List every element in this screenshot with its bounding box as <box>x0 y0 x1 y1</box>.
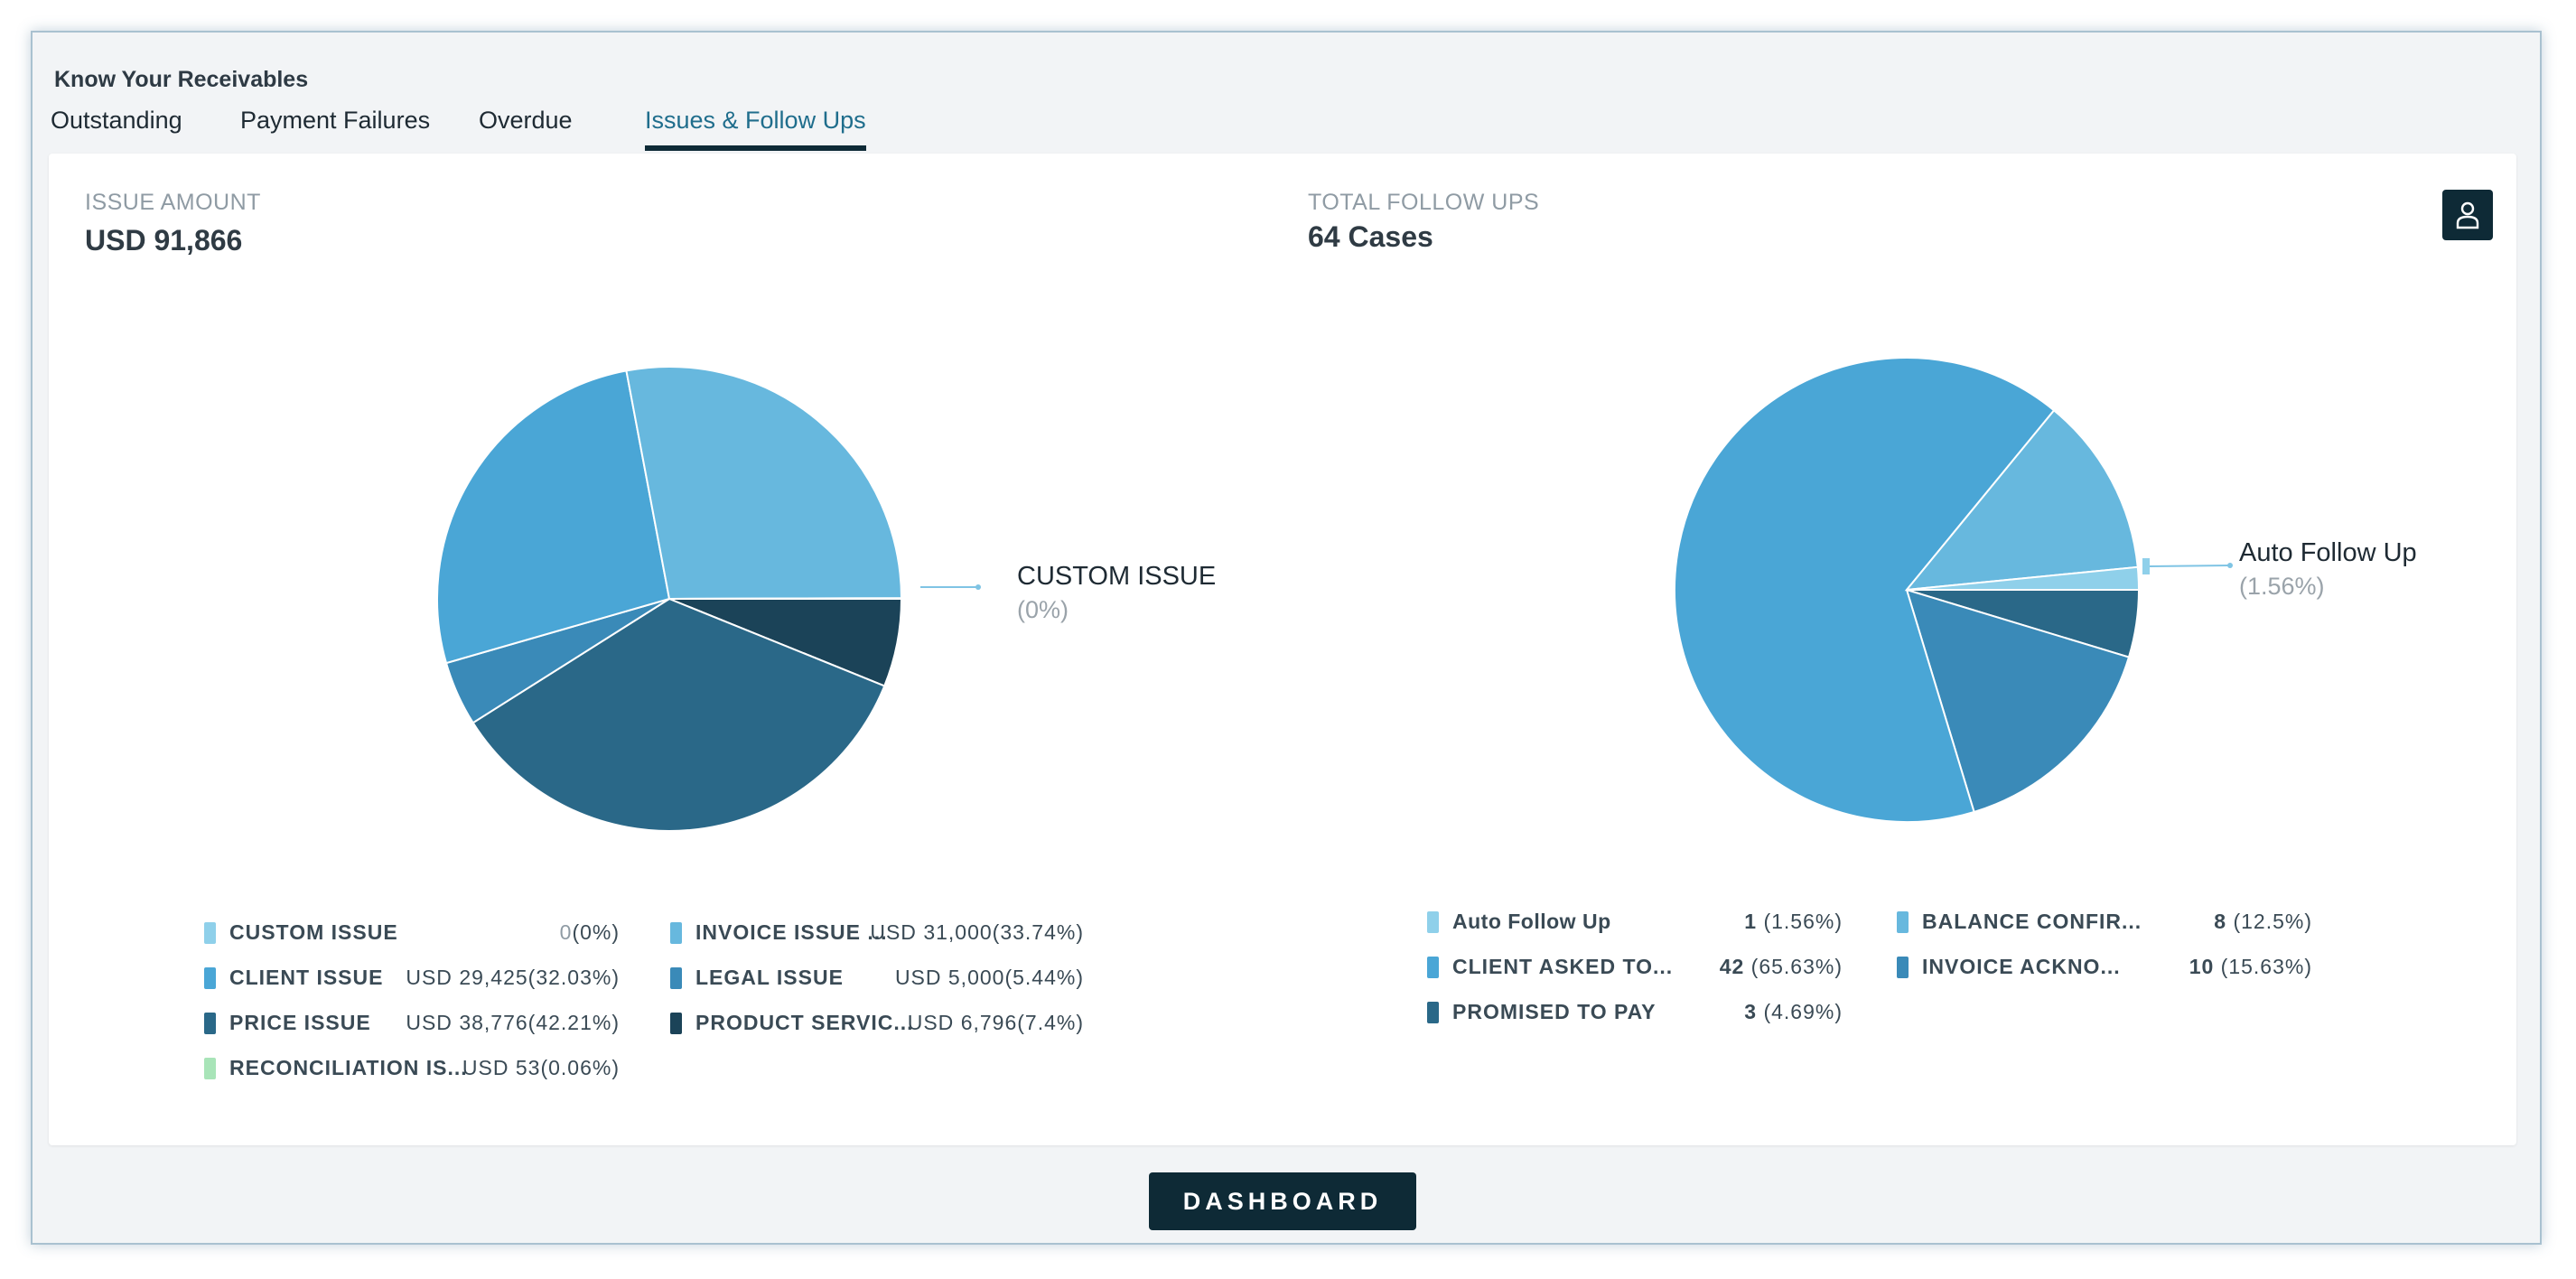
issue-amount-label: ISSUE AMOUNT <box>85 190 261 215</box>
legend-value: USD 53(0.06%) <box>462 1056 620 1079</box>
tab-overdue[interactable]: Overdue <box>479 107 573 145</box>
legend-swatch <box>204 967 216 989</box>
legend-item-price-issue[interactable]: PRICE ISSUE USD 38,776(42.21%) <box>204 1011 620 1038</box>
legend-name: INVOICE ISSUE ... <box>695 920 888 944</box>
pie-slice-reconciliation-is[interactable] <box>668 597 903 600</box>
tab-outstanding[interactable]: Outstanding <box>51 107 182 145</box>
issue-callout-name: CUSTOM ISSUE <box>1017 562 1217 591</box>
legend-value: 1 (1.56%) <box>1744 910 1843 933</box>
legend-item-client-asked-to[interactable]: CLIENT ASKED TO... 42 (65.63%) <box>1427 955 1843 982</box>
user-button[interactable] <box>2442 190 2493 240</box>
tab-issues-follow-ups[interactable]: Issues & Follow Ups <box>645 107 866 151</box>
legend-item-legal-issue[interactable]: LEGAL ISSUE USD 5,000(5.44%) <box>670 966 1084 993</box>
legend-item-reconciliation-issue[interactable]: RECONCILIATION IS... USD 53(0.06%) <box>204 1056 620 1083</box>
follow-ups-pie-chart <box>1674 357 2141 823</box>
issue-amount-pie-chart <box>436 366 903 832</box>
legend-value: 42 (65.63%) <box>1719 955 1843 978</box>
legend-name: PRODUCT SERVIC... <box>695 1011 914 1034</box>
legend-name: BALANCE CONFIR... <box>1922 910 2142 933</box>
legend-item-balance-confirmation[interactable]: BALANCE CONFIR... 8 (12.5%) <box>1897 910 2312 937</box>
legend-name: CLIENT ISSUE <box>229 966 384 989</box>
follow-up-callout-line <box>2142 558 2233 574</box>
legend-swatch <box>1897 911 1909 933</box>
legend-swatch <box>1897 957 1909 978</box>
legend-value: USD 31,000(33.74%) <box>870 920 1084 944</box>
legend-swatch <box>1427 911 1439 933</box>
app-title: Know Your Receivables <box>54 67 309 92</box>
legend-item-client-issue[interactable]: CLIENT ISSUE USD 29,425(32.03%) <box>204 966 620 993</box>
legend-value: 8 (12.5%) <box>2214 910 2312 933</box>
legend-swatch <box>670 922 682 944</box>
app-frame: Know Your Receivables Outstanding Paymen… <box>31 31 2542 1245</box>
legend-item-promised-to-pay[interactable]: PROMISED TO PAY 3 (4.69%) <box>1427 1000 1843 1027</box>
legend-value: 10 (15.63%) <box>2189 955 2312 978</box>
legend-name: PRICE ISSUE <box>229 1011 371 1034</box>
issue-amount-value: USD 91,866 <box>85 224 243 257</box>
tab-payment-failures[interactable]: Payment Failures <box>240 107 430 145</box>
legend-value: USD 38,776(42.21%) <box>406 1011 620 1034</box>
dashboard-button[interactable]: DASHBOARD <box>1149 1172 1416 1230</box>
total-follow-ups-value: 64 Cases <box>1308 220 1433 253</box>
legend-swatch <box>1427 1002 1439 1023</box>
legend-swatch <box>670 1013 682 1034</box>
total-follow-ups-label: TOTAL FOLLOW UPS <box>1308 190 1540 215</box>
legend-name: CUSTOM ISSUE <box>229 920 398 944</box>
legend-item-product-service-issue[interactable]: PRODUCT SERVIC... USD 6,796(7.4%) <box>670 1011 1084 1038</box>
legend-value: USD 5,000(5.44%) <box>894 966 1084 989</box>
legend-swatch <box>204 1013 216 1034</box>
legend-swatch <box>204 1058 216 1079</box>
legend-name: LEGAL ISSUE <box>695 966 844 989</box>
issue-callout-percent: (0%) <box>1017 596 1069 623</box>
legend-name: INVOICE ACKNO... <box>1922 955 2121 978</box>
legend-item-custom-issue[interactable]: CUSTOM ISSUE 0(0%) <box>204 920 620 948</box>
legend-swatch <box>1427 957 1439 978</box>
legend-name: PROMISED TO PAY <box>1452 1000 1657 1023</box>
user-icon <box>2456 201 2479 229</box>
legend-value: USD 29,425(32.03%) <box>406 966 620 989</box>
legend-item-invoice-acknowledged[interactable]: INVOICE ACKNO... 10 (15.63%) <box>1897 955 2312 982</box>
legend-value: USD 6,796(7.4%) <box>907 1011 1084 1034</box>
legend-name: Auto Follow Up <box>1452 910 1611 933</box>
pie-slice-invoice-issue[interactable] <box>625 366 903 601</box>
legend-swatch <box>670 967 682 989</box>
legend-name: RECONCILIATION IS... <box>229 1056 468 1079</box>
legend-value: 0(0%) <box>559 920 620 944</box>
legend-item-auto-follow-up[interactable]: Auto Follow Up 1 (1.56%) <box>1427 910 1843 937</box>
legend-value: 3 (4.69%) <box>1744 1000 1843 1023</box>
issue-callout-line <box>920 584 981 590</box>
follow-up-callout-percent: (1.56%) <box>2239 573 2325 600</box>
charts-card: ISSUE AMOUNT USD 91,866 CUSTOM ISSUE (0%… <box>49 154 2516 1145</box>
legend-name: CLIENT ASKED TO... <box>1452 955 1674 978</box>
legend-swatch <box>204 922 216 944</box>
follow-up-callout-name: Auto Follow Up <box>2239 538 2417 567</box>
legend-item-invoice-issue[interactable]: INVOICE ISSUE ... USD 31,000(33.74%) <box>670 920 1084 948</box>
